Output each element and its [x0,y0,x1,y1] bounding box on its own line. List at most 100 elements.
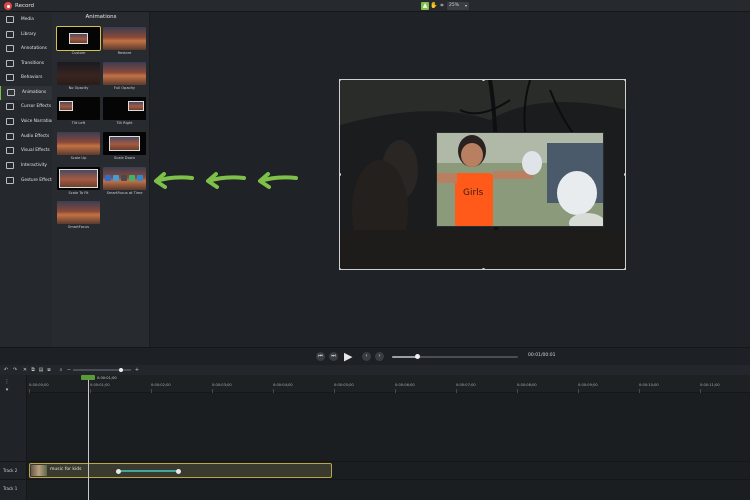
cut-icon[interactable]: ✕ [22,367,28,373]
sidebar-item-gesture-effects[interactable]: Gesture Effects [0,174,54,188]
timeline: ↶ ↷ ✕ ⧉ ▤ ⧈ ⌕ − + ⋮ ▾ 0:00:00;00 0:00:01;… [0,365,750,500]
sidebar-item-interactivity[interactable]: Interactivity [0,159,52,173]
sidebar-item-label: Animations [22,90,47,95]
animation-keyframe-start[interactable] [116,468,121,474]
tile-label: Scale To Fit [68,191,89,195]
sidebar-item-visual-effects[interactable]: Visual Effects [0,144,52,158]
annotation-arrows [154,172,298,189]
sidebar-item-label: Visual Effects [21,148,50,153]
animation-tile-tilt-left[interactable]: Tilt Left [57,97,100,127]
animation-thumbnail [57,132,100,155]
timeline-zoom-slider[interactable] [73,367,131,372]
animation-thumbnail [103,132,146,155]
smartfocus-app-icons [105,175,144,183]
tile-label: Restore [117,51,132,55]
zoom-out-icon[interactable]: − [66,367,72,373]
sidebar-item-library[interactable]: Library [0,28,52,42]
play-icon[interactable]: ▶ [344,350,356,363]
animation-tile-scale-to-fit[interactable]: Scale To Fit [57,167,100,197]
animation-tile-smartfocus-at-time[interactable]: SmartFocus at Time [103,167,146,197]
timeline-toolbar: ↶ ↷ ✕ ⧉ ▤ ⧈ ⌕ − + [0,365,750,375]
animation-tile-smartfocus[interactable]: SmartFocus [57,201,100,231]
tile-label: No Opacity [68,86,89,90]
ruler-tick-label: 0:00:10;00 [639,383,659,387]
sidebar-item-voice-narration[interactable]: Voice Narration [0,115,54,129]
track-label-track-2[interactable]: Track 2 [3,468,17,473]
ruler-tick-label: 0:00:00;00 [29,383,49,387]
sidebar-item-audio-effects[interactable]: Audio Effects [0,130,52,144]
track-divider [0,479,750,480]
animation-tile-full-opacity[interactable]: Full Opacity [103,62,146,92]
redo-icon[interactable]: ↷ [12,367,18,373]
ruler-tick-label: 0:00:11;00 [700,383,720,387]
track-collapse-icon[interactable]: ▾ [4,387,10,393]
timeline-zoom-knob[interactable] [119,367,123,372]
animation-track-line[interactable] [116,468,181,474]
animation-tile-restore[interactable]: Restore [103,27,146,57]
timeline-ruler[interactable]: 0:00:00;00 0:00:01;00 0:00:02;00 0:00:03;00… [27,375,750,393]
track-label-track-1[interactable]: Track 1 [3,486,17,491]
chevron-down-icon: ▾ [464,3,467,8]
sidebar-item-transitions[interactable]: Transitions [0,57,52,71]
paste-icon[interactable]: ▤ [38,367,44,373]
step-forward-icon[interactable]: ⏭ [329,352,338,361]
ruler-tick [517,389,518,393]
select-tool-icon[interactable]: ▲ [421,2,429,10]
previous-icon[interactable]: ‹ [362,352,371,361]
animation-keyframe-end[interactable] [176,468,181,474]
sidebar-item-annotations[interactable]: Annotations [0,42,52,56]
animation-thumbnail [103,27,146,50]
zoom-search-icon[interactable]: ⌕ [58,367,64,373]
animation-tile-custom[interactable]: Custom [56,26,101,57]
undo-icon[interactable]: ↶ [3,367,9,373]
playhead-line [88,380,89,500]
animation-tile-no-opacity[interactable]: No Opacity [57,62,100,92]
clip-thumbnail [31,465,47,476]
ruler-tick-label: 0:00:03;00 [212,383,232,387]
scrubber-progress [392,356,418,358]
animation-tile-scale-down[interactable]: Scale Down [103,132,146,162]
pan-hand-icon[interactable]: ✋ [430,2,438,10]
sidebar-item-label: Audio Effects [21,134,50,139]
animation-thumbnail [103,62,146,85]
sidebar-item-label: Library [21,32,37,37]
sidebar-item-animations[interactable]: Animations [0,86,52,100]
zoom-in-icon[interactable]: + [134,367,140,373]
track-options-icon[interactable]: ⋮ [4,379,10,385]
record-icon[interactable] [4,2,12,10]
copy-icon[interactable]: ⧉ [30,367,36,373]
sidebar-item-label: Gesture Effects [21,178,54,183]
inset-video-photo[interactable]: Girls [436,132,604,227]
scrubber-knob[interactable] [414,354,420,359]
sidebar-item-label: Transitions [21,61,45,66]
split-icon[interactable]: ⧈ [46,367,52,373]
gesture-icon [6,177,14,184]
interactivity-icon [6,162,14,169]
sidebar-item-cursor-effects[interactable]: Cursor Effects [0,100,52,114]
playback-scrubber[interactable] [392,354,518,359]
sidebar-item-label: Voice Narration [21,119,54,124]
app-window: Record ▲ ✋ ⌗ 25% ▾ Media Library Annotat… [0,0,750,500]
sidebar-item-label: Cursor Effects [21,104,52,109]
record-button-label[interactable]: Record [15,1,34,11]
animation-thumbnail [103,167,146,190]
sidebar-item-media[interactable]: Media [0,13,52,27]
sidebar-item-behaviors[interactable]: Behaviors [0,71,52,85]
animation-tile-scale-up[interactable]: Scale Up [57,132,100,162]
cursor-icon [6,103,14,110]
media-clip[interactable]: music for kids [29,463,332,478]
ruler-tick [151,389,152,393]
ruler-tick-label: 0:00:06;00 [395,383,415,387]
animation-tile-tilt-right[interactable]: Tilt Right [103,97,146,127]
visual-effects-icon [6,147,14,154]
zoom-dropdown[interactable]: 25% ▾ [447,2,469,10]
annotations-icon [6,45,14,52]
next-icon[interactable]: › [375,352,384,361]
ruler-tick [29,389,30,393]
crop-icon[interactable]: ⌗ [438,2,446,10]
animation-thumbnail [57,167,100,190]
ruler-tick-label: 0:00:09;00 [578,383,598,387]
tile-label: Tilt Right [116,121,133,125]
step-back-icon[interactable]: ⏮ [316,352,325,361]
media-icon [6,16,14,23]
